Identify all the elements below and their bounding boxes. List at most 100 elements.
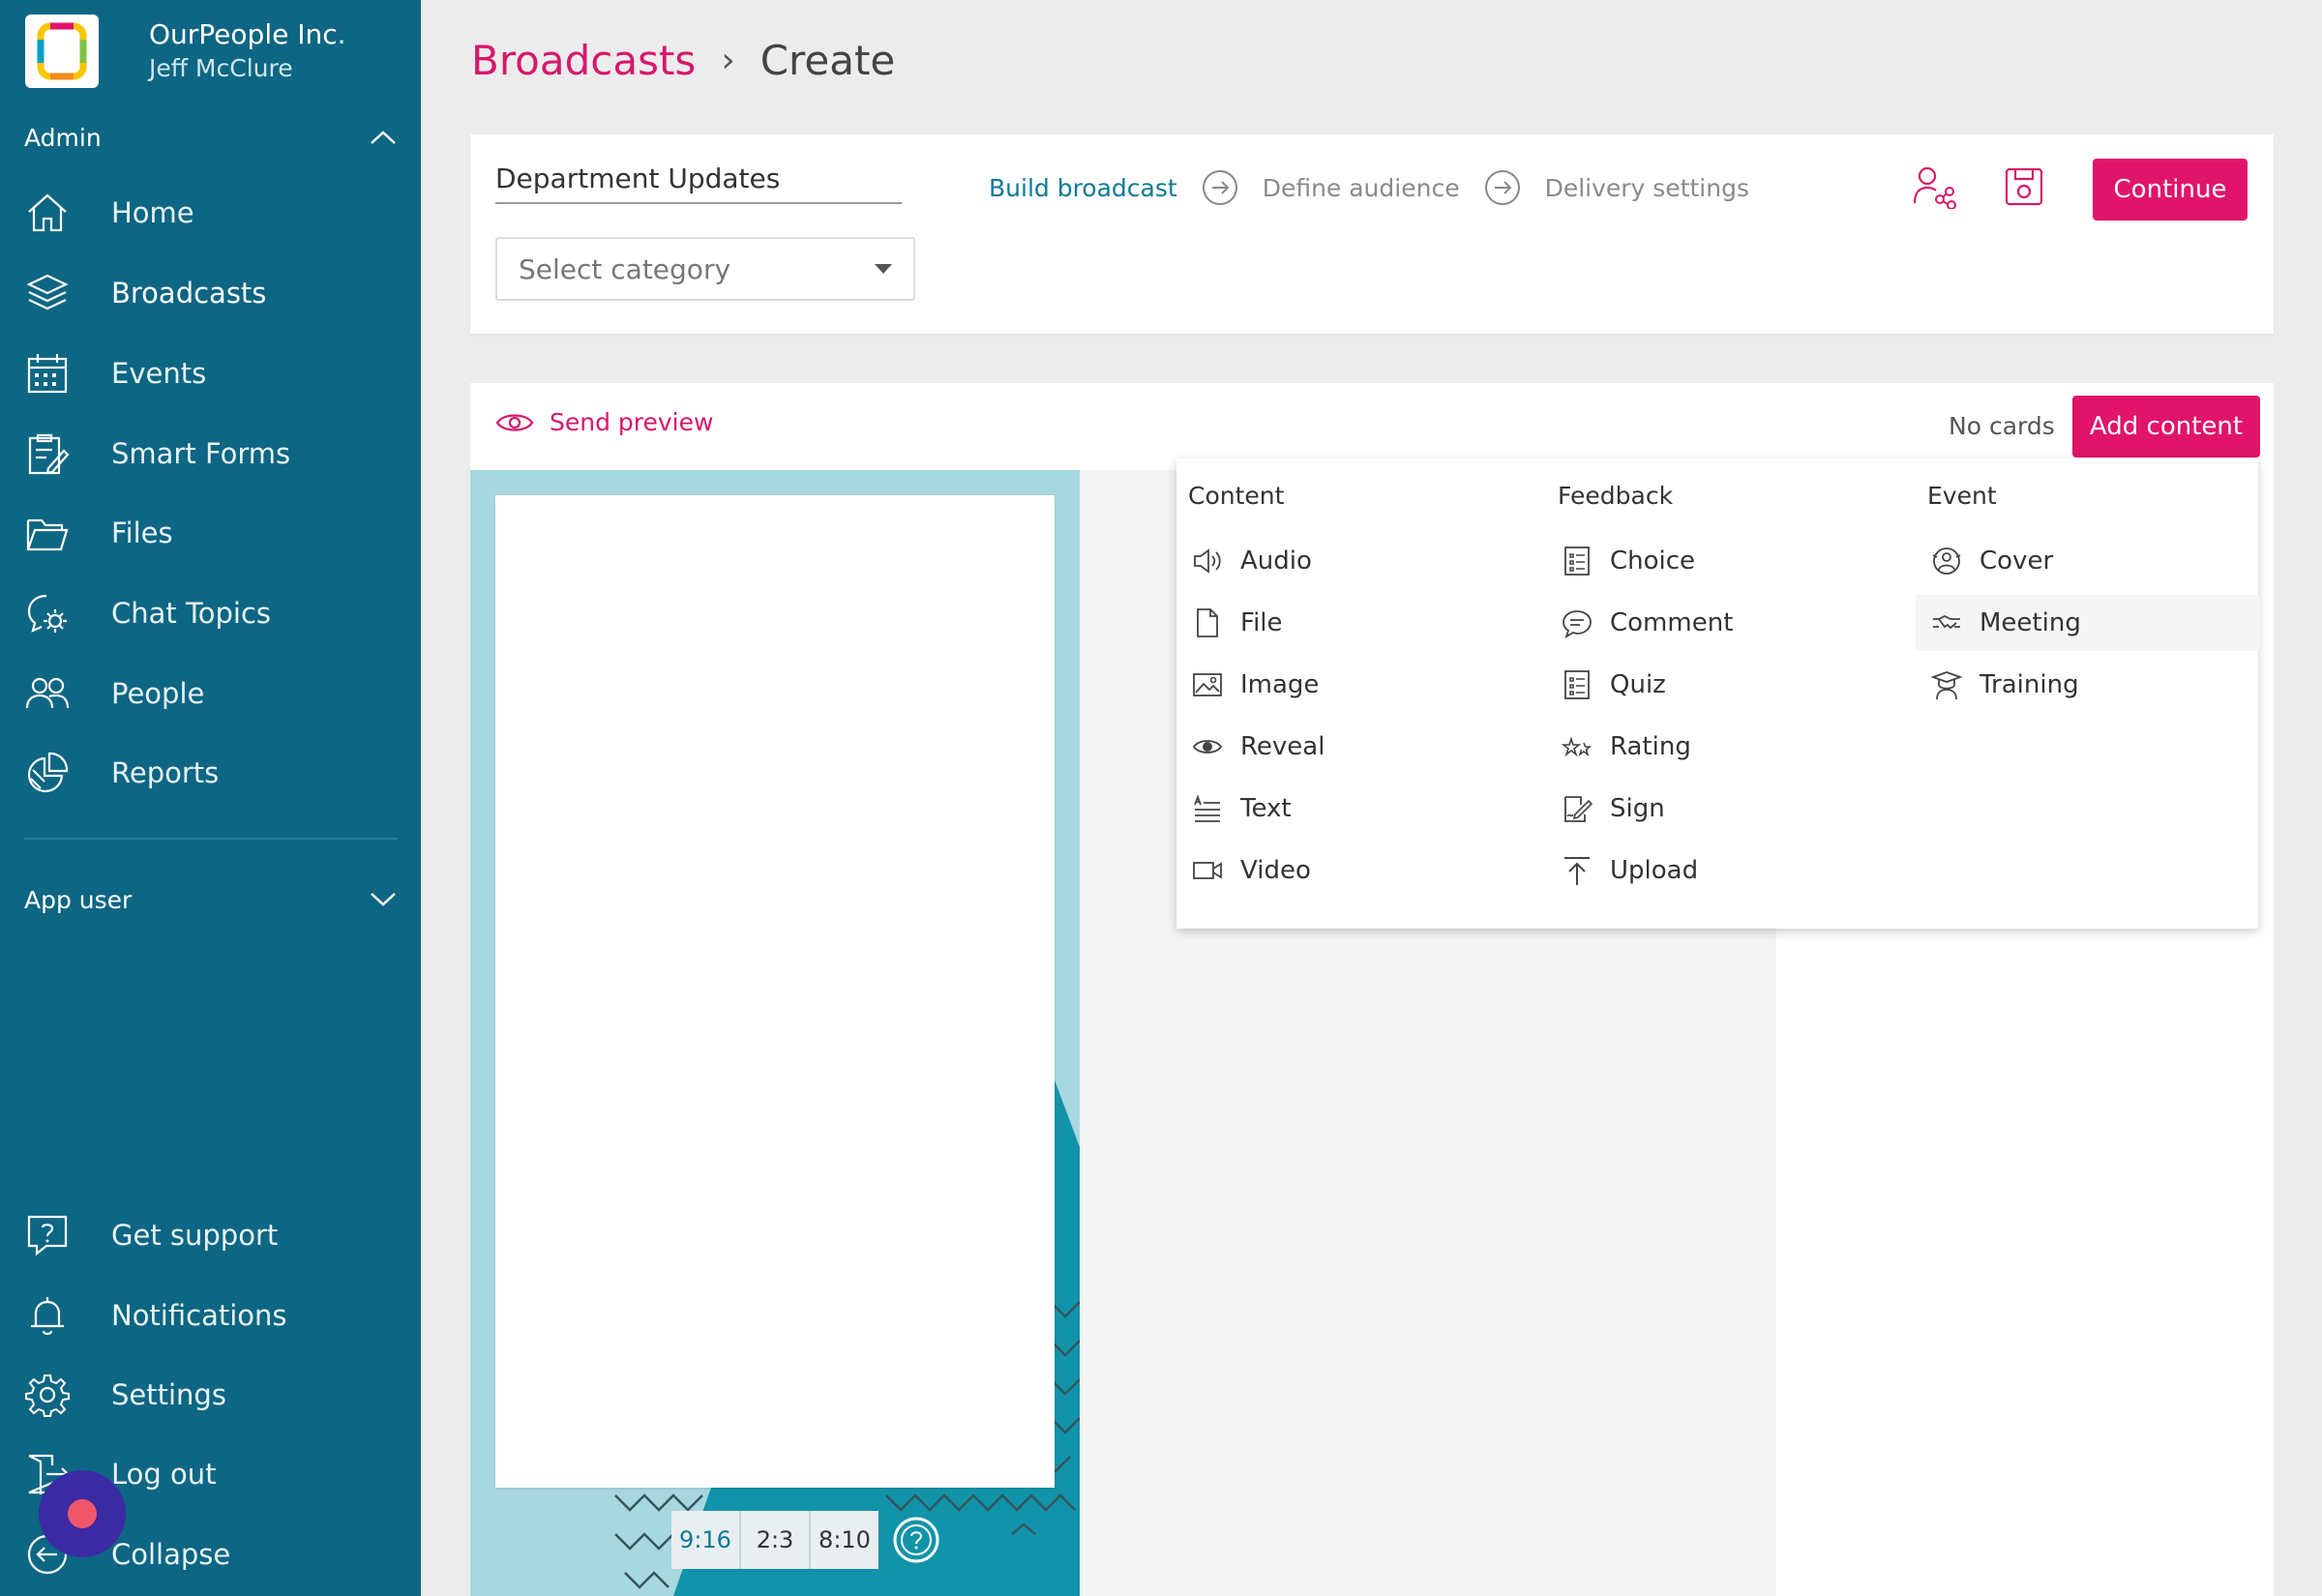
menu-column-title: Content	[1188, 482, 1285, 510]
menu-item-cover[interactable]: Cover	[1916, 533, 2260, 589]
admin-section-toggle[interactable]: Admin	[24, 115, 398, 160]
org-logo	[25, 15, 99, 88]
help-icon	[24, 1212, 71, 1258]
sidebar-item-people[interactable]: People	[24, 665, 402, 723]
menu-item-label: Video	[1240, 856, 1311, 885]
menu-item-label: Cover	[1980, 547, 2054, 576]
layers-icon	[24, 270, 71, 316]
menu-item-label: File	[1240, 608, 1283, 637]
sidebar-item-home[interactable]: Home	[24, 184, 402, 242]
menu-item-file[interactable]: File	[1176, 595, 1521, 651]
caret-down-icon	[875, 264, 892, 274]
menu-item-reveal[interactable]: Reveal	[1176, 719, 1521, 775]
menu-item-meeting[interactable]: Meeting	[1916, 595, 2260, 651]
calendar-icon	[24, 350, 71, 397]
menu-item-label: Meeting	[1980, 608, 2081, 637]
menu-item-video[interactable]: Video	[1176, 842, 1521, 899]
sidebar-item-label: Files	[111, 517, 173, 549]
sidebar-item-label: Settings	[111, 1378, 226, 1411]
menu-column-title: Feedback	[1558, 482, 1674, 510]
org-header[interactable]: OurPeople Inc. Jeff McClure	[25, 14, 346, 89]
org-name: OurPeople Inc.	[149, 18, 346, 50]
ratio-2-3-button[interactable]: 2:3	[741, 1511, 811, 1569]
broadcast-settings-panel: Department Updates Select category Build…	[470, 134, 2274, 334]
sidebar-item-label: Get support	[111, 1219, 279, 1252]
broadcast-title-input[interactable]: Department Updates	[495, 162, 902, 204]
user-share-icon	[1913, 166, 1956, 209]
sidebar-item-events[interactable]: Events	[24, 344, 402, 402]
form-icon	[24, 430, 71, 477]
menu-item-label: Audio	[1240, 547, 1312, 576]
menu-item-label: Reveal	[1240, 732, 1325, 761]
sidebar-item-label: Chat Topics	[111, 597, 272, 630]
step-define-audience[interactable]: Define audience	[1263, 174, 1460, 202]
menu-item-audio[interactable]: Audio	[1176, 533, 1521, 589]
app-user-section-toggle[interactable]: App user	[24, 877, 398, 922]
menu-item-training[interactable]: Training	[1916, 657, 2260, 713]
card-preview[interactable]	[495, 495, 1055, 1488]
menu-item-rating[interactable]: Rating	[1546, 719, 1890, 775]
category-select[interactable]: Select category	[495, 237, 915, 301]
help-circle-icon[interactable]	[892, 1516, 940, 1564]
signature-icon	[1560, 791, 1594, 826]
menu-item-sign[interactable]: Sign	[1546, 781, 1890, 837]
menu-item-label: Choice	[1610, 547, 1696, 576]
sidebar-item-smart-forms[interactable]: Smart Forms	[24, 425, 402, 483]
sidebar-item-get-support[interactable]: Get support	[24, 1206, 402, 1264]
breadcrumb-broadcasts-link[interactable]: Broadcasts	[471, 37, 696, 84]
handshake-icon	[1929, 606, 1964, 640]
people-icon	[24, 670, 71, 717]
gear-icon	[24, 1372, 71, 1418]
chevron-up-icon	[371, 131, 396, 144]
category-placeholder: Select category	[519, 252, 731, 285]
add-content-button[interactable]: Add content	[2072, 396, 2260, 458]
sidebar-item-notifications[interactable]: Notifications	[24, 1286, 402, 1345]
arrow-circle-right-icon	[1202, 170, 1237, 205]
bell-icon	[24, 1292, 71, 1339]
step-delivery-settings[interactable]: Delivery settings	[1545, 174, 1749, 202]
quiz-icon	[1560, 667, 1594, 702]
card-canvas: 9:16 2:3 8:10	[470, 470, 1080, 1596]
menu-item-text[interactable]: Text	[1176, 781, 1521, 837]
chat-launcher-button[interactable]	[39, 1470, 126, 1557]
menu-item-label: Training	[1980, 670, 2079, 699]
ratio-9-16-button[interactable]: 9:16	[671, 1511, 741, 1569]
continue-button[interactable]: Continue	[2093, 159, 2248, 221]
add-content-menu: Content Audio File Image Reveal Text Vid…	[1176, 458, 2260, 929]
aspect-ratio-selector: 9:16 2:3 8:10	[671, 1511, 940, 1569]
sidebar-divider	[24, 838, 398, 840]
menu-item-label: Quiz	[1610, 670, 1666, 699]
sidebar-item-files[interactable]: Files	[24, 504, 402, 562]
menu-column-title: Event	[1927, 482, 1997, 510]
menu-item-image[interactable]: Image	[1176, 657, 1521, 713]
menu-item-quiz[interactable]: Quiz	[1546, 657, 1890, 713]
menu-item-upload[interactable]: Upload	[1546, 842, 1890, 899]
step-build-broadcast[interactable]: Build broadcast	[989, 174, 1177, 202]
chevron-down-icon	[371, 893, 396, 906]
menu-item-label: Sign	[1610, 794, 1665, 823]
menu-item-label: Text	[1240, 794, 1292, 823]
sidebar-item-label: People	[111, 677, 205, 710]
wizard-steps: Build broadcast Define audience Delivery…	[989, 169, 1749, 206]
sidebar: OurPeople Inc. Jeff McClure Admin Home B…	[0, 0, 421, 1596]
save-draft-button[interactable]	[1997, 160, 2051, 214]
send-preview-button[interactable]: Send preview	[495, 408, 713, 436]
sidebar-item-broadcasts[interactable]: Broadcasts	[24, 264, 402, 322]
app-user-label: App user	[24, 885, 133, 914]
menu-item-comment[interactable]: Comment	[1546, 595, 1890, 651]
ratio-8-10-button[interactable]: 8:10	[811, 1511, 878, 1569]
share-users-button[interactable]	[1908, 160, 1962, 214]
save-icon	[2005, 167, 2043, 206]
sidebar-item-reports[interactable]: Reports	[24, 744, 402, 802]
file-icon	[1190, 606, 1225, 640]
eye-icon	[1190, 729, 1225, 764]
menu-item-choice[interactable]: Choice	[1546, 533, 1890, 589]
page-title: Create	[759, 37, 896, 84]
comment-icon	[1560, 606, 1594, 640]
record-dot-icon	[68, 1499, 97, 1528]
text-icon	[1190, 791, 1225, 826]
sidebar-item-chat-topics[interactable]: Chat Topics	[24, 584, 402, 642]
menu-item-label: Rating	[1610, 732, 1691, 761]
speaker-icon	[1190, 544, 1225, 578]
sidebar-item-settings[interactable]: Settings	[24, 1366, 402, 1424]
